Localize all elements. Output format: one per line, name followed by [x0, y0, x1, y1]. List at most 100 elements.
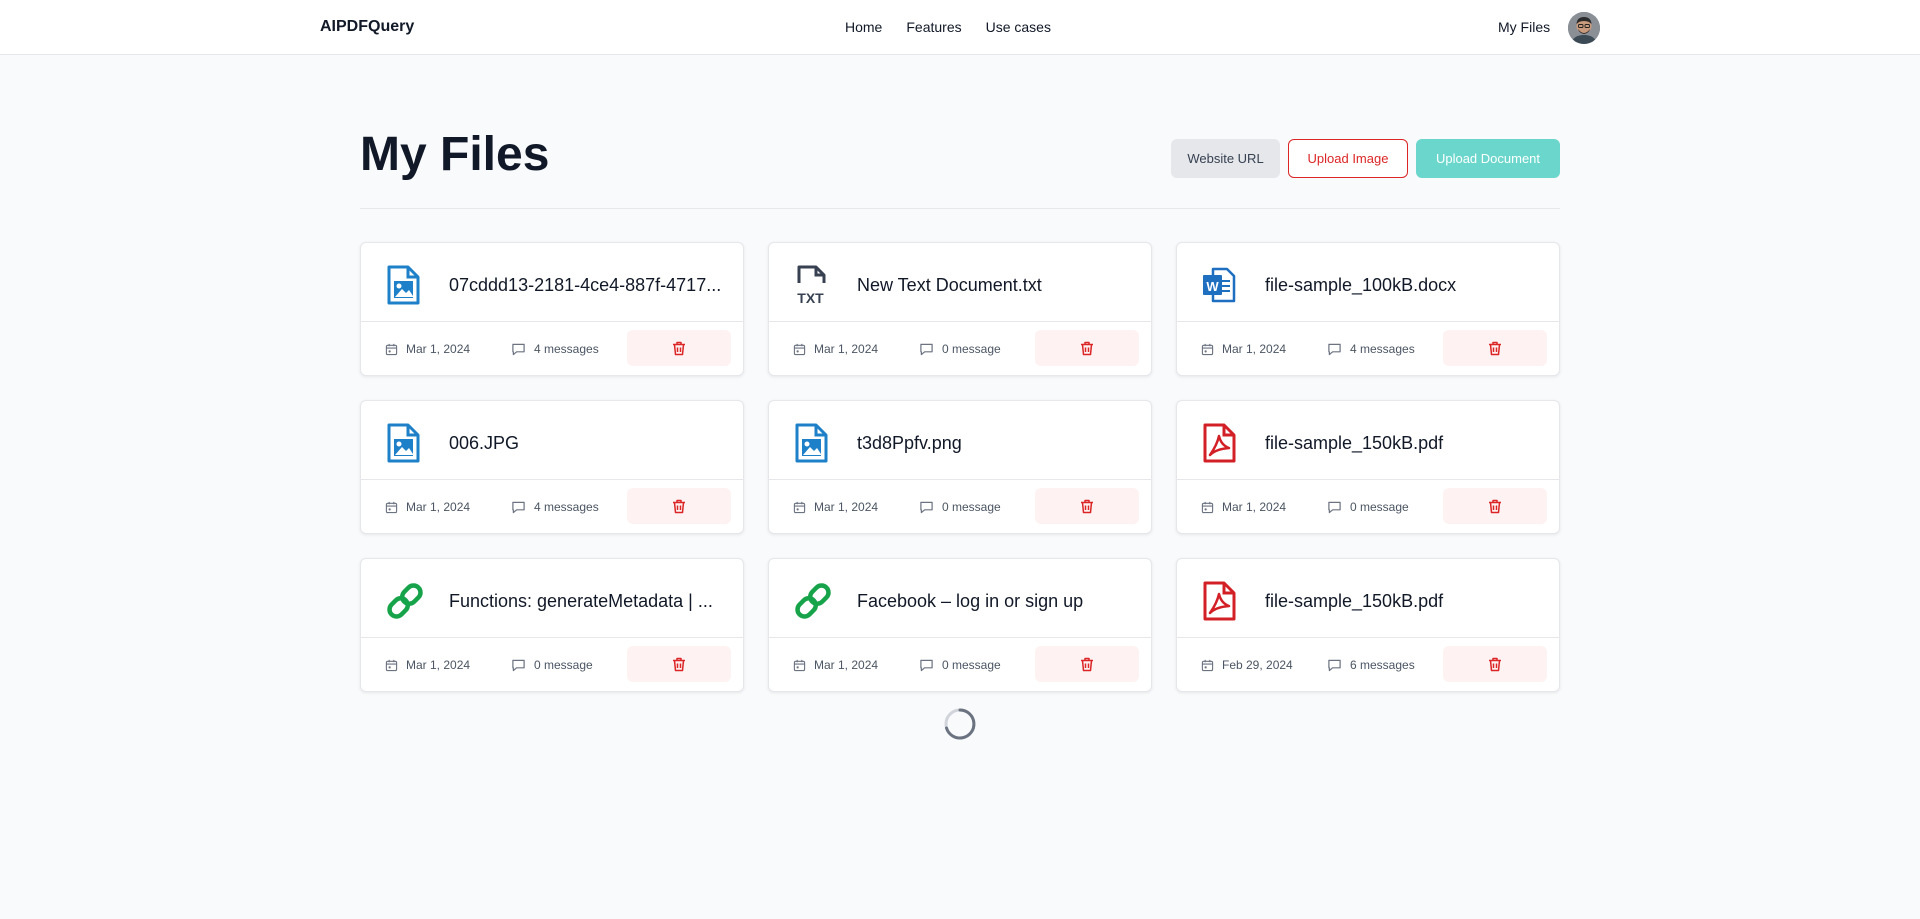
delete-file-button[interactable]	[1443, 488, 1547, 524]
file-date: Mar 1, 2024	[1201, 500, 1286, 514]
file-date: Mar 1, 2024	[793, 500, 878, 514]
file-date-text: Mar 1, 2024	[406, 500, 471, 514]
svg-text:W: W	[1206, 279, 1219, 294]
delete-file-button[interactable]	[1443, 330, 1547, 366]
upload-document-button[interactable]: Upload Document	[1416, 139, 1560, 178]
nav-link-my-files[interactable]: My Files	[1498, 19, 1550, 35]
file-name[interactable]: file-sample_100kB.docx	[1265, 275, 1545, 296]
file-date-text: Mar 1, 2024	[814, 500, 879, 514]
image-file-icon	[793, 423, 829, 463]
brand-logo[interactable]: AIPDFQuery	[320, 18, 414, 36]
nav-link-features[interactable]: Features	[906, 19, 961, 35]
file-message-count-text: 0 message	[1350, 500, 1409, 514]
file-card[interactable]: TXT New Text Document.txt Mar 1, 2024 0 mes…	[768, 242, 1152, 376]
file-message-count-text: 4 messages	[534, 500, 599, 514]
file-message-count-text: 4 messages	[534, 342, 599, 356]
file-card[interactable]: file-sample_150kB.pdf Feb 29, 2024 6 messa…	[1176, 558, 1560, 692]
upload-image-button[interactable]: Upload Image	[1288, 139, 1408, 178]
delete-file-button[interactable]	[1035, 488, 1139, 524]
trash-icon	[1488, 657, 1502, 672]
trash-icon	[1080, 341, 1094, 356]
top-navbar: AIPDFQuery Home Features Use cases My Fi…	[0, 0, 1920, 55]
link-icon	[385, 581, 423, 621]
avatar[interactable]	[1568, 12, 1600, 44]
file-card-header: 006.JPG	[361, 401, 743, 480]
file-message-count: 0 message	[1327, 500, 1409, 514]
nav-link-home[interactable]: Home	[845, 19, 882, 35]
message-icon	[1327, 342, 1350, 356]
file-name[interactable]: 07cddd13-2181-4ce4-887f-4717...	[449, 275, 729, 296]
file-name[interactable]: file-sample_150kB.pdf	[1265, 591, 1545, 612]
file-card[interactable]: Wfile-sample_100kB.docx Mar 1, 2024 4 mess…	[1176, 242, 1560, 376]
image-file-icon	[385, 423, 421, 463]
website-url-button[interactable]: Website URL	[1171, 139, 1280, 178]
file-card-header: Facebook – log in or sign up	[769, 559, 1151, 638]
file-card[interactable]: Functions: generateMetadata | ... Mar 1, …	[360, 558, 744, 692]
file-message-count: 4 messages	[1327, 342, 1415, 356]
delete-file-button[interactable]	[627, 646, 731, 682]
calendar-icon	[385, 343, 406, 356]
calendar-icon	[385, 659, 406, 672]
file-card[interactable]: file-sample_150kB.pdf Mar 1, 2024 0 messag…	[1176, 400, 1560, 534]
nav-links: Home Features Use cases	[845, 19, 1075, 35]
message-icon	[919, 342, 942, 356]
file-date: Mar 1, 2024	[385, 658, 470, 672]
trash-icon	[1080, 499, 1094, 514]
file-date-text: Mar 1, 2024	[814, 342, 879, 356]
trash-icon	[1488, 499, 1502, 514]
delete-file-button[interactable]	[1035, 646, 1139, 682]
file-card-header: Wfile-sample_100kB.docx	[1177, 243, 1559, 322]
file-name[interactable]: New Text Document.txt	[857, 275, 1137, 296]
file-name[interactable]: t3d8Ppfv.png	[857, 433, 1137, 454]
calendar-icon	[793, 659, 814, 672]
delete-file-button[interactable]	[1443, 646, 1547, 682]
file-card-footer: Mar 1, 2024 4 messages	[361, 480, 743, 535]
file-message-count: 0 message	[919, 500, 1001, 514]
trash-icon	[672, 657, 686, 672]
calendar-icon	[1201, 659, 1222, 672]
file-message-count: 6 messages	[1327, 658, 1415, 672]
file-message-count: 0 message	[919, 342, 1001, 356]
file-name[interactable]: Functions: generateMetadata | ...	[449, 591, 729, 612]
nav-link-use-cases[interactable]: Use cases	[986, 19, 1051, 35]
file-card-header: file-sample_150kB.pdf	[1177, 559, 1559, 638]
file-message-count-text: 0 message	[942, 658, 1001, 672]
link-icon	[793, 581, 831, 621]
file-card[interactable]: Facebook – log in or sign up Mar 1, 2024 0…	[768, 558, 1152, 692]
file-date-text: Feb 29, 2024	[1222, 658, 1293, 672]
file-card-footer: Mar 1, 2024 0 message	[1177, 480, 1559, 535]
trash-icon	[1488, 341, 1502, 356]
file-card-footer: Mar 1, 2024 0 message	[361, 638, 743, 693]
delete-file-button[interactable]	[627, 488, 731, 524]
file-message-count-text: 0 message	[942, 500, 1001, 514]
pdf-file-icon	[1201, 581, 1237, 621]
message-icon	[1327, 500, 1350, 514]
file-date-text: Mar 1, 2024	[1222, 342, 1287, 356]
file-card[interactable]: 006.JPG Mar 1, 2024 4 messages	[360, 400, 744, 534]
message-icon	[511, 658, 534, 672]
file-date-text: Mar 1, 2024	[406, 342, 471, 356]
file-date: Mar 1, 2024	[385, 342, 470, 356]
page-title: My Files	[360, 128, 550, 181]
calendar-icon	[1201, 343, 1222, 356]
delete-file-button[interactable]	[627, 330, 731, 366]
file-card-footer: Mar 1, 2024 0 message	[769, 480, 1151, 535]
message-icon	[1327, 658, 1350, 672]
file-name[interactable]: file-sample_150kB.pdf	[1265, 433, 1545, 454]
file-date-text: Mar 1, 2024	[814, 658, 879, 672]
file-card[interactable]: 07cddd13-2181-4ce4-887f-4717... Mar 1, 20…	[360, 242, 744, 376]
delete-file-button[interactable]	[1035, 330, 1139, 366]
txt-file-icon: TXT	[793, 265, 829, 306]
file-card[interactable]: t3d8Ppfv.png Mar 1, 2024 0 message	[768, 400, 1152, 534]
header-divider	[360, 208, 1560, 209]
trash-icon	[1080, 657, 1094, 672]
svg-text:TXT: TXT	[797, 290, 824, 305]
file-card-footer: Mar 1, 2024 0 message	[769, 322, 1151, 377]
file-date-text: Mar 1, 2024	[406, 658, 471, 672]
file-date: Mar 1, 2024	[793, 342, 878, 356]
file-name[interactable]: 006.JPG	[449, 433, 729, 454]
file-name[interactable]: Facebook – log in or sign up	[857, 591, 1137, 612]
calendar-icon	[793, 343, 814, 356]
word-file-icon: W	[1201, 265, 1237, 305]
file-message-count-text: 4 messages	[1350, 342, 1415, 356]
